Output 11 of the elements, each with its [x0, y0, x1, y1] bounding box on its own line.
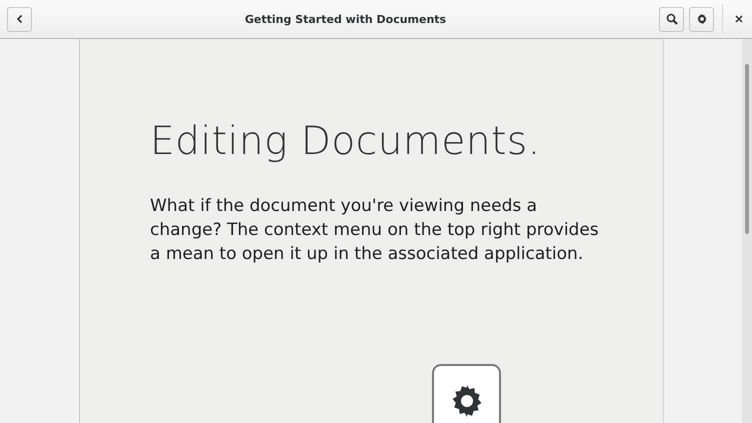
page-heading: Editing Documents. [150, 119, 542, 164]
page-text: What if the document you're viewing needs a change? The context menu on the top right provides a mean to open it up in the associated application. [150, 195, 600, 266]
close-icon [735, 15, 743, 23]
scrollbar-thumb[interactable] [745, 64, 749, 234]
settings-button[interactable] [689, 6, 714, 32]
back-button[interactable] [7, 6, 32, 32]
settings-icon [696, 13, 708, 25]
search-icon [666, 13, 678, 25]
back-icon [14, 14, 24, 24]
search-button[interactable] [659, 6, 684, 32]
window-title: Getting Started with Documents [244, 12, 448, 26]
